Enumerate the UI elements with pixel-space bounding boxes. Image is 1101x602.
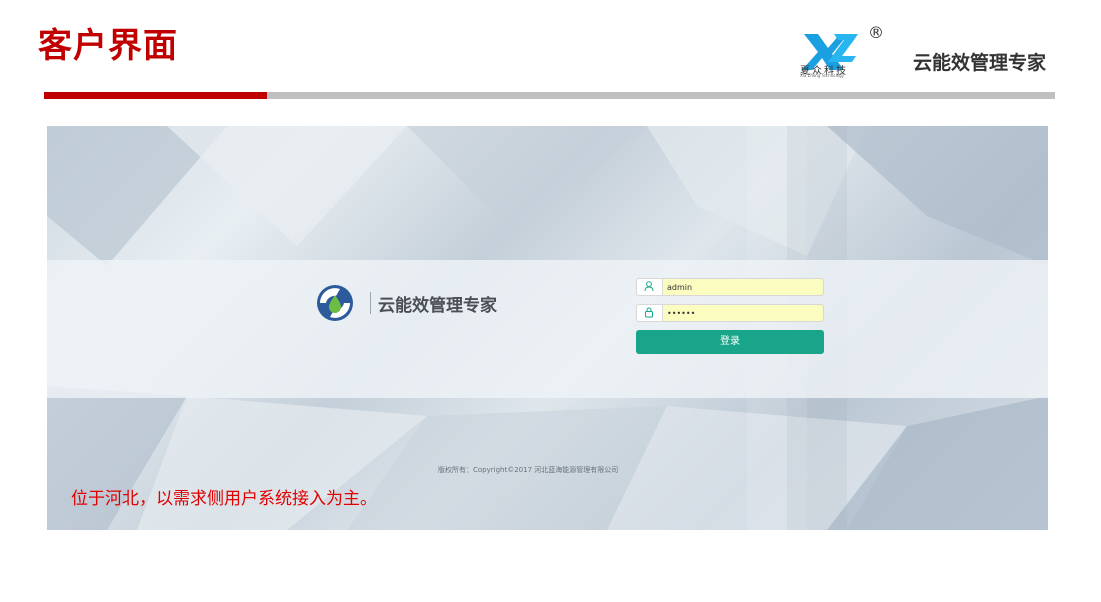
header-divider: [44, 92, 1055, 99]
username-input[interactable]: [667, 279, 817, 295]
header-divider-accent: [44, 92, 267, 99]
lock-icon: [637, 305, 663, 321]
app-logo-icon: [317, 285, 353, 321]
login-button[interactable]: 登录: [636, 330, 824, 354]
password-input[interactable]: [667, 305, 817, 321]
product-name: 云能效管理专家: [913, 52, 1047, 74]
app-name: 云能效管理专家: [378, 296, 497, 316]
company-logo-subtext: Xia Zhong Technology: [800, 73, 845, 78]
login-screenshot: 云能效管理专家 登录 版权所有：Copyright©2017 河北蓝海能源管理有…: [47, 126, 1048, 530]
copyright-text: 版权所有：Copyright©2017 河北蓝海能源管理有限公司: [438, 466, 619, 474]
username-field-wrapper: [636, 278, 824, 296]
slide-caption: 位于河北，以需求侧用户系统接入为主。: [71, 489, 377, 509]
user-icon: [637, 279, 663, 295]
password-field-wrapper: [636, 304, 824, 322]
app-logo-divider: [370, 292, 371, 314]
slide-title: 客户界面: [38, 26, 178, 66]
registered-mark: ®: [868, 23, 884, 42]
login-panel: [47, 260, 1048, 398]
